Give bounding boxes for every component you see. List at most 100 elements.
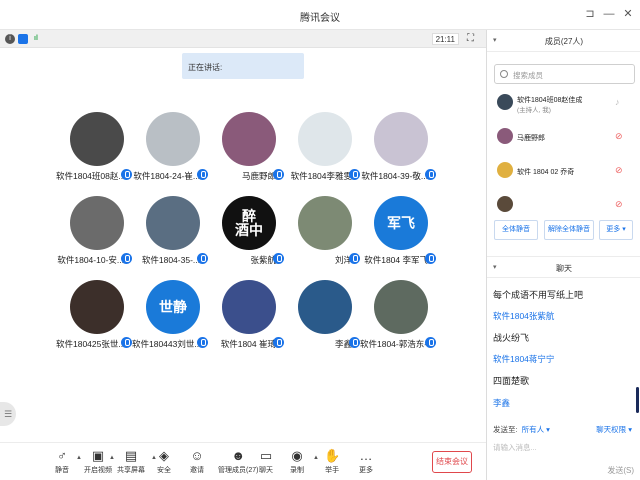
pin-icon[interactable]: ⊐ (582, 6, 598, 22)
send-to-label: 发送至: (493, 425, 518, 434)
toolbar-microphone-button[interactable]: ♂ 静音 (55, 447, 69, 479)
microphone-muted-icon[interactable]: ⊘ (615, 164, 623, 176)
shield-icon: ◈ (159, 448, 169, 463)
participant-name: 软件180425张世... (56, 339, 124, 349)
send-to-row: 发送至: 所有人 ▾ (493, 424, 550, 435)
participant-tile[interactable]: 世静 软件180443刘世... (132, 280, 208, 356)
participant-tile[interactable]: 软件1804-35-... (132, 196, 208, 272)
participant-avatar (222, 280, 276, 334)
participant-tile[interactable]: 醉 酒中 张紫航 (208, 196, 284, 272)
microphone-icon (197, 169, 208, 180)
window-title: 腾讯会议 (300, 13, 340, 24)
close-button[interactable]: ✕ (620, 6, 636, 22)
participant-name: 软件1804-10-安... (57, 255, 124, 265)
chat-scrollbar[interactable] (636, 387, 639, 413)
chevron-up-icon[interactable]: ▲ (109, 455, 115, 461)
chat-permission-select[interactable]: 聊天权限 ▾ (596, 424, 632, 435)
chat-message: 四面楚歌 (493, 376, 530, 386)
mute-all-button[interactable]: 全体静音 (494, 220, 538, 240)
toolbar-chat-button[interactable]: ▭ 聊天 (259, 447, 273, 479)
toolbar-invite-button[interactable]: ☺ 邀请 (190, 447, 204, 479)
member-row[interactable]: ⊘ (487, 194, 635, 218)
participant-tile[interactable]: 软件1804-10-安... (56, 196, 132, 272)
participant-tile[interactable]: 软件180425张世... (56, 280, 132, 356)
member-row[interactable]: 马鹿野郎 ⊘ (487, 126, 635, 150)
meeting-timer: 21:11 (431, 33, 459, 45)
side-menu-handle[interactable]: ☰ (0, 402, 16, 426)
members-title: 成员(27人) (544, 37, 584, 46)
participant-avatar (70, 112, 124, 166)
minimize-button[interactable]: — (601, 6, 617, 22)
participant-tile[interactable]: 软件1804李雅雯 (284, 112, 360, 188)
toolbar-record-button[interactable]: ◉ 录制 (290, 447, 304, 479)
chat-sender: 软件1804张紫航 (493, 311, 555, 321)
participant-tile[interactable]: 李鑫 (284, 280, 360, 356)
chat-input[interactable]: 请输入消息... (493, 442, 537, 453)
title-bar: 腾讯会议 ⊐ — ✕ (0, 0, 640, 30)
participant-tile[interactable]: 马鹿野郎 (208, 112, 284, 188)
search-placeholder: 搜索成员 (513, 71, 543, 80)
participant-tile[interactable]: 软件1804-24-崔... (132, 112, 208, 188)
toolbar-label: 聊天 (259, 467, 273, 474)
fullscreen-icon[interactable]: ⛶ (467, 33, 478, 44)
participant-avatar (298, 112, 352, 166)
microphone-icon: ♂ (57, 448, 67, 463)
more-member-actions-button[interactable]: 更多 ▾ (599, 220, 633, 240)
chevron-up-icon[interactable]: ▲ (76, 455, 82, 461)
chevron-up-icon[interactable]: ▲ (313, 455, 319, 461)
participant-name: 软件1804李雅雯 (290, 171, 352, 181)
signal-icon[interactable]: ıl (31, 34, 41, 44)
participant-name: 软件1804-39-敬... (361, 171, 428, 181)
avatar (497, 94, 513, 110)
toolbar-label: 举手 (325, 467, 340, 474)
toolbar-label: 静音 (55, 467, 69, 474)
microphone-icon (349, 169, 360, 180)
microphone-muted-icon[interactable]: ⊘ (615, 130, 623, 142)
avatar (497, 196, 513, 212)
send-button[interactable]: 发送(S) (607, 465, 634, 476)
participant-name: 软件1804-24-崔... (133, 171, 200, 181)
shield-icon[interactable] (18, 34, 28, 44)
toolbar-label: 更多 (359, 467, 373, 474)
participant-avatar (298, 196, 352, 250)
participant-avatar: 军飞 (374, 196, 428, 250)
toolbar-label: 开启视频 (84, 467, 112, 474)
participant-avatar (374, 112, 428, 166)
participant-avatar (70, 280, 124, 334)
member-row[interactable]: 软件 1804 02 乔奇 ⊘ (487, 160, 635, 184)
toolbar-raise-hand-button[interactable]: ✋ 举手 (324, 447, 340, 479)
toolbar-members-button[interactable]: ☻ 管理成员(27) (218, 447, 258, 479)
microphone-icon (273, 169, 284, 180)
info-icon[interactable]: i (5, 34, 15, 44)
search-icon (500, 70, 508, 78)
participant-name: 马鹿野郎 (241, 171, 276, 181)
microphone-icon[interactable]: ♪ (615, 96, 623, 108)
participant-tile[interactable]: 军飞软件1804 李军飞 (360, 196, 436, 272)
participant-tile[interactable]: 软件1804-郭浩东-28 (360, 280, 436, 356)
participant-tile[interactable]: 软件1804班08赵... (56, 112, 132, 188)
participant-name: 软件1804 崔琦 (220, 339, 276, 349)
meeting-window: 腾讯会议 ⊐ — ✕ i ıl 21:11 ⛶ 正在讲话: 软件1804班08赵… (0, 0, 640, 480)
members-icon: ☻ (231, 448, 246, 463)
end-meeting-button[interactable]: 结束会议 (432, 451, 472, 473)
participant-name: 刘洋 (334, 255, 352, 265)
chat-sender: 李鑫 (493, 398, 511, 408)
microphone-muted-icon[interactable]: ⊘ (615, 198, 623, 210)
toolbar-more-button[interactable]: … 更多 (359, 447, 373, 479)
toolbar-label: 安全 (157, 467, 171, 474)
toolbar-share-screen-button[interactable]: ▤ 共享屏幕 (117, 447, 145, 479)
member-search-input[interactable]: 搜索成员 (494, 64, 635, 84)
participant-name: 软件1804 李军飞 (364, 255, 428, 265)
member-row[interactable]: 软件1804班08赵佳成 (主持人, 我) ♪ (487, 92, 635, 116)
participant-tile[interactable]: 刘洋 (284, 196, 360, 272)
participant-tile[interactable]: 软件1804 崔琦 (208, 280, 284, 356)
unmute-all-button[interactable]: 解除全体静音 (544, 220, 594, 240)
participant-name: 张紫航 (250, 255, 276, 265)
toolbar-shield-button[interactable]: ◈ 安全 (157, 447, 171, 479)
microphone-icon (121, 169, 132, 180)
microphone-icon (425, 253, 436, 264)
participant-tile[interactable]: 软件1804-39-敬... (360, 112, 436, 188)
toolbar-camera-off-button[interactable]: ▣ 开启视频 (84, 447, 112, 479)
send-to-select[interactable]: 所有人 ▾ (522, 425, 550, 434)
microphone-icon (197, 337, 208, 348)
